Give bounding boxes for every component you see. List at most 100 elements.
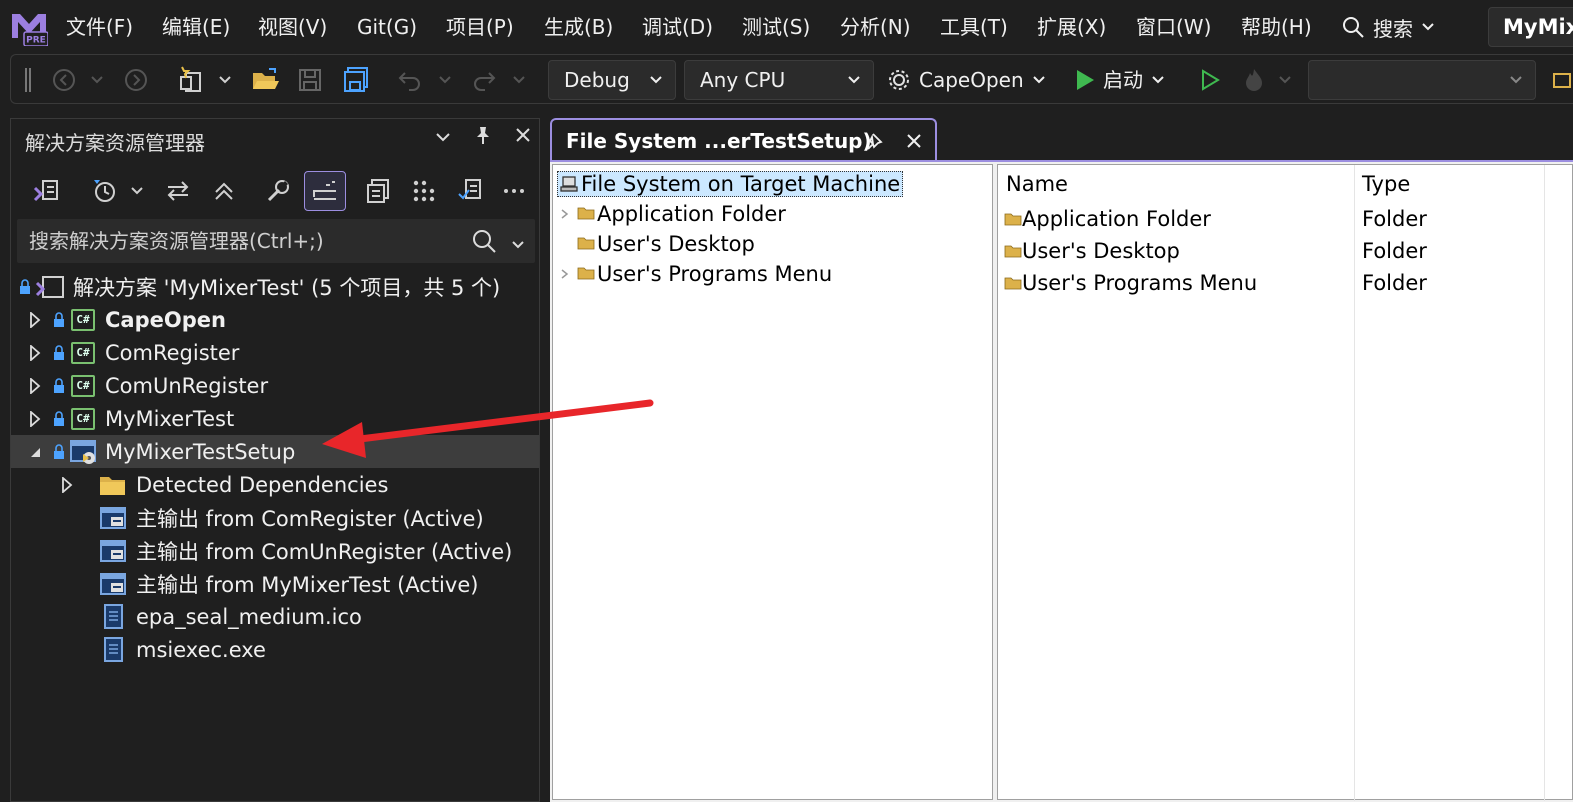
expand-triangle-icon[interactable] — [29, 402, 41, 435]
startup-project-dropdown[interactable]: CapeOpen — [887, 60, 1046, 100]
tree-item-users-programs-menu[interactable]: User's Programs Menu — [559, 260, 832, 288]
menu-help[interactable]: 帮助(H) — [1241, 0, 1312, 54]
column-divider[interactable] — [1544, 165, 1545, 801]
new-project-icon[interactable] — [173, 55, 209, 105]
expand-triangle-icon[interactable] — [29, 369, 41, 402]
menu-build[interactable]: 生成(B) — [544, 0, 613, 54]
tree-item-project[interactable]: C# ComRegister — [11, 336, 539, 369]
custom-actions-editor-icon[interactable] — [455, 171, 485, 211]
search-icon[interactable] — [471, 228, 497, 258]
tree-item-project[interactable]: C# CapeOpen — [11, 303, 539, 336]
filter-dropdown-icon[interactable] — [127, 171, 147, 211]
undo-icon[interactable] — [395, 55, 425, 105]
tree-item-primary-output[interactable]: 主输出 from ComRegister (Active) — [11, 501, 539, 534]
search-options-chevron-icon[interactable] — [511, 235, 525, 254]
new-project-dropdown-icon[interactable] — [215, 55, 235, 105]
column-header-type[interactable]: Type — [1354, 165, 1544, 203]
tree-item-application-folder[interactable]: Application Folder — [559, 200, 786, 228]
folder-icon — [1004, 277, 1022, 290]
hot-reload-dropdown-icon[interactable] — [1275, 55, 1295, 105]
search-menu[interactable]: 搜索 — [1341, 0, 1435, 54]
pin-icon[interactable] — [864, 131, 884, 155]
menu-analyze[interactable]: 分析(N) — [840, 0, 911, 54]
switch-views-icon[interactable] — [29, 171, 65, 211]
file-system-editor-icon[interactable] — [304, 171, 346, 211]
tree-item-project[interactable]: C# ComUnRegister — [11, 369, 539, 402]
menu-edit[interactable]: 编辑(E) — [162, 0, 230, 54]
menu-extensions[interactable]: 扩展(X) — [1037, 0, 1106, 54]
properties-wrench-icon[interactable] — [263, 171, 293, 211]
tree-item-label: epa_seal_medium.ico — [136, 604, 362, 629]
tree-root-file-system[interactable]: File System on Target Machine — [557, 170, 904, 198]
menu-window[interactable]: 窗口(W) — [1136, 0, 1211, 54]
pin-icon[interactable] — [473, 125, 493, 149]
redo-dropdown-icon[interactable] — [509, 55, 529, 105]
folder-icon[interactable] — [1551, 55, 1573, 105]
expand-chevron-icon[interactable] — [559, 202, 571, 226]
close-icon[interactable] — [515, 127, 531, 147]
pending-changes-filter-icon[interactable] — [91, 171, 119, 211]
project-label: CapeOpen — [105, 307, 226, 332]
column-divider[interactable] — [1354, 165, 1355, 801]
visual-studio-logo-icon[interactable]: PRE — [10, 8, 49, 47]
close-tab-icon[interactable] — [906, 133, 922, 153]
menu-test[interactable]: 测试(S) — [742, 0, 810, 54]
list-row-users-desktop[interactable]: User's Desktop — [1004, 235, 1180, 267]
list-row-type: Folder — [1362, 271, 1427, 295]
save-all-icon[interactable] — [341, 55, 371, 105]
csharp-project-icon: C# — [71, 341, 95, 364]
solution-node[interactable]: 解决方案 'MyMixerTest' (5 个项目，共 5 个) — [11, 270, 539, 303]
redo-icon[interactable] — [469, 55, 499, 105]
tree-item-detected-dependencies[interactable]: Detected Dependencies — [11, 468, 539, 501]
registry-editor-icon[interactable] — [363, 171, 393, 211]
empty-toolbar-dropdown[interactable] — [1308, 60, 1536, 100]
start-without-debugging-icon[interactable] — [1195, 55, 1225, 105]
menu-view[interactable]: 视图(V) — [258, 0, 327, 54]
navigate-forward-icon[interactable] — [121, 55, 151, 105]
tab-file-system-editor[interactable]: File System ...erTestSetup) — [550, 118, 937, 162]
configuration-dropdown[interactable]: Debug — [548, 60, 676, 100]
expand-chevron-icon[interactable] — [559, 262, 571, 286]
toolbar-grip-icon[interactable] — [23, 55, 33, 105]
save-icon[interactable] — [295, 55, 325, 105]
lock-icon — [53, 435, 65, 468]
open-folder-icon[interactable] — [249, 55, 283, 105]
expand-triangle-icon[interactable] — [29, 303, 41, 336]
menu-git[interactable]: Git(G) — [357, 0, 417, 54]
more-options-icon[interactable] — [501, 171, 527, 211]
solution-explorer-search-input[interactable]: 搜索解决方案资源管理器(Ctrl+;) — [17, 219, 535, 263]
folder-icon — [577, 262, 595, 286]
chevron-down-icon — [1509, 61, 1523, 111]
tree-item-setup-project[interactable]: MyMixerTestSetup — [11, 435, 539, 468]
collapse-triangle-icon[interactable] — [29, 435, 41, 468]
setup-project-label: MyMixerTestSetup — [105, 439, 296, 464]
expand-triangle-icon[interactable] — [61, 468, 73, 501]
navigate-back-icon[interactable] — [49, 55, 79, 105]
navigate-back-dropdown-icon[interactable] — [87, 55, 107, 105]
menu-debug[interactable]: 调试(D) — [642, 0, 713, 54]
tree-item-primary-output[interactable]: 主输出 from ComUnRegister (Active) — [11, 534, 539, 567]
hot-reload-icon[interactable] — [1239, 55, 1269, 105]
list-row-application-folder[interactable]: Application Folder — [1004, 203, 1211, 235]
sync-with-active-document-icon[interactable] — [163, 171, 193, 211]
csharp-project-icon: C# — [71, 308, 95, 331]
menu-project[interactable]: 项目(P) — [446, 0, 514, 54]
column-header-name[interactable]: Name — [998, 165, 1354, 203]
tree-item-primary-output[interactable]: 主输出 from MyMixerTest (Active) — [11, 567, 539, 600]
start-debugging-button[interactable]: 启动 — [1075, 60, 1165, 100]
undo-dropdown-icon[interactable] — [435, 55, 455, 105]
menu-file[interactable]: 文件(F) — [66, 0, 133, 54]
tree-item-label: 主输出 from ComUnRegister (Active) — [136, 539, 513, 564]
panel-options-chevron-icon[interactable] — [435, 128, 451, 147]
menu-tools[interactable]: 工具(T) — [940, 0, 1008, 54]
tree-item-project[interactable]: C# MyMixerTest — [11, 402, 539, 435]
list-row-users-programs-menu[interactable]: User's Programs Menu — [1004, 267, 1257, 299]
tree-item-file[interactable]: epa_seal_medium.ico — [11, 600, 539, 633]
collapse-all-icon[interactable] — [209, 171, 239, 211]
platform-dropdown[interactable]: Any CPU — [684, 60, 874, 100]
chevron-down-icon — [847, 61, 861, 111]
tree-item-file[interactable]: msiexec.exe — [11, 633, 539, 666]
expand-triangle-icon[interactable] — [29, 336, 41, 369]
tree-item-users-desktop[interactable]: User's Desktop — [577, 230, 755, 258]
file-types-editor-icon[interactable] — [409, 171, 439, 211]
